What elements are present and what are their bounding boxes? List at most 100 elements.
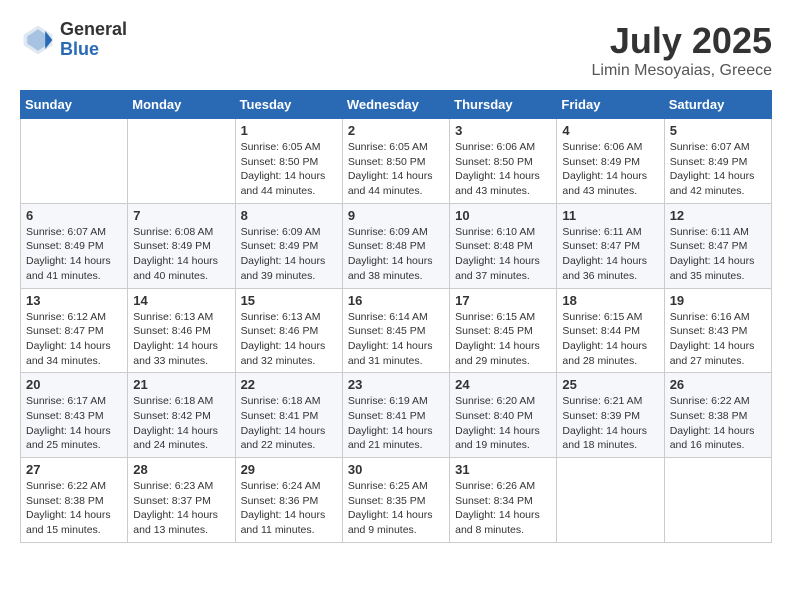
day-number: 3 — [455, 123, 551, 138]
day-info: Sunrise: 6:06 AMSunset: 8:49 PMDaylight:… — [562, 140, 658, 199]
calendar-cell — [557, 458, 664, 543]
day-number: 15 — [241, 293, 337, 308]
title-block: July 2025 Limin Mesoyaias, Greece — [591, 20, 772, 80]
day-number: 8 — [241, 208, 337, 223]
day-info: Sunrise: 6:11 AMSunset: 8:47 PMDaylight:… — [562, 225, 658, 284]
calendar-header: SundayMondayTuesdayWednesdayThursdayFrid… — [21, 91, 772, 119]
day-number: 29 — [241, 462, 337, 477]
calendar-cell: 18 Sunrise: 6:15 AMSunset: 8:44 PMDayligh… — [557, 288, 664, 373]
day-info: Sunrise: 6:07 AMSunset: 8:49 PMDaylight:… — [26, 225, 122, 284]
day-info: Sunrise: 6:25 AMSunset: 8:35 PMDaylight:… — [348, 479, 444, 538]
calendar-cell: 22 Sunrise: 6:18 AMSunset: 8:41 PMDayligh… — [235, 373, 342, 458]
calendar-cell: 8 Sunrise: 6:09 AMSunset: 8:49 PMDaylight… — [235, 203, 342, 288]
day-info: Sunrise: 6:09 AMSunset: 8:49 PMDaylight:… — [241, 225, 337, 284]
day-number: 7 — [133, 208, 229, 223]
day-number: 11 — [562, 208, 658, 223]
calendar-cell: 20 Sunrise: 6:17 AMSunset: 8:43 PMDayligh… — [21, 373, 128, 458]
calendar-cell: 4 Sunrise: 6:06 AMSunset: 8:49 PMDaylight… — [557, 119, 664, 204]
weekday-header: Wednesday — [342, 91, 449, 119]
calendar-cell: 19Sunrise: 6:16 AMSunset: 8:43 PMDayligh… — [664, 288, 771, 373]
weekday-header: Monday — [128, 91, 235, 119]
calendar-cell: 26 Sunrise: 6:22 AMSunset: 8:38 PMDayligh… — [664, 373, 771, 458]
calendar-cell: 15 Sunrise: 6:13 AMSunset: 8:46 PMDayligh… — [235, 288, 342, 373]
day-number: 17 — [455, 293, 551, 308]
logo-blue: Blue — [60, 40, 127, 60]
day-info: Sunrise: 6:12 AMSunset: 8:47 PMDaylight:… — [26, 310, 122, 369]
calendar-cell: 6 Sunrise: 6:07 AMSunset: 8:49 PMDaylight… — [21, 203, 128, 288]
calendar-cell: 11 Sunrise: 6:11 AMSunset: 8:47 PMDayligh… — [557, 203, 664, 288]
calendar-cell: 7 Sunrise: 6:08 AMSunset: 8:49 PMDaylight… — [128, 203, 235, 288]
day-number: 28 — [133, 462, 229, 477]
day-number: 24 — [455, 377, 551, 392]
weekday-header: Saturday — [664, 91, 771, 119]
calendar-cell: 14Sunrise: 6:13 AMSunset: 8:46 PMDayligh… — [128, 288, 235, 373]
day-info: Sunrise: 6:23 AMSunset: 8:37 PMDaylight:… — [133, 479, 229, 538]
logo-text: General Blue — [60, 20, 127, 60]
day-number: 13 — [26, 293, 122, 308]
day-info: Sunrise: 6:22 AMSunset: 8:38 PMDaylight:… — [670, 394, 766, 453]
calendar-cell: 13 Sunrise: 6:12 AMSunset: 8:47 PMDayligh… — [21, 288, 128, 373]
calendar-cell — [21, 119, 128, 204]
calendar-cell: 1 Sunrise: 6:05 AMSunset: 8:50 PMDaylight… — [235, 119, 342, 204]
logo: General Blue — [20, 20, 127, 60]
calendar-cell: 30 Sunrise: 6:25 AMSunset: 8:35 PMDayligh… — [342, 458, 449, 543]
calendar-cell: 12Sunrise: 6:11 AMSunset: 8:47 PMDayligh… — [664, 203, 771, 288]
calendar-cell — [128, 119, 235, 204]
day-number: 6 — [26, 208, 122, 223]
weekday-header: Friday — [557, 91, 664, 119]
calendar-cell: 9Sunrise: 6:09 AMSunset: 8:48 PMDaylight… — [342, 203, 449, 288]
day-info: Sunrise: 6:05 AMSunset: 8:50 PMDaylight:… — [241, 140, 337, 199]
day-number: 19 — [670, 293, 766, 308]
calendar-cell: 21 Sunrise: 6:18 AMSunset: 8:42 PMDayligh… — [128, 373, 235, 458]
weekday-header: Tuesday — [235, 91, 342, 119]
calendar-cell: 10 Sunrise: 6:10 AMSunset: 8:48 PMDayligh… — [450, 203, 557, 288]
day-number: 9 — [348, 208, 444, 223]
calendar-table: SundayMondayTuesdayWednesdayThursdayFrid… — [20, 90, 772, 543]
calendar-cell: 24Sunrise: 6:20 AMSunset: 8:40 PMDayligh… — [450, 373, 557, 458]
calendar-body: 1 Sunrise: 6:05 AMSunset: 8:50 PMDaylight… — [21, 119, 772, 543]
weekday-header: Thursday — [450, 91, 557, 119]
day-info: Sunrise: 6:18 AMSunset: 8:41 PMDaylight:… — [241, 394, 337, 453]
day-info: Sunrise: 6:18 AMSunset: 8:42 PMDaylight:… — [133, 394, 229, 453]
day-number: 10 — [455, 208, 551, 223]
calendar-cell: 25 Sunrise: 6:21 AMSunset: 8:39 PMDayligh… — [557, 373, 664, 458]
day-info: Sunrise: 6:24 AMSunset: 8:36 PMDaylight:… — [241, 479, 337, 538]
day-info: Sunrise: 6:15 AMSunset: 8:44 PMDaylight:… — [562, 310, 658, 369]
day-number: 25 — [562, 377, 658, 392]
day-info: Sunrise: 6:15 AMSunset: 8:45 PMDaylight:… — [455, 310, 551, 369]
day-number: 5 — [670, 123, 766, 138]
day-number: 23 — [348, 377, 444, 392]
day-number: 26 — [670, 377, 766, 392]
day-number: 21 — [133, 377, 229, 392]
calendar-cell: 23Sunrise: 6:19 AMSunset: 8:41 PMDayligh… — [342, 373, 449, 458]
day-info: Sunrise: 6:10 AMSunset: 8:48 PMDaylight:… — [455, 225, 551, 284]
logo-icon — [20, 22, 56, 58]
day-number: 20 — [26, 377, 122, 392]
day-number: 14 — [133, 293, 229, 308]
location-title: Limin Mesoyaias, Greece — [591, 62, 772, 80]
day-number: 22 — [241, 377, 337, 392]
calendar-cell — [664, 458, 771, 543]
day-number: 1 — [241, 123, 337, 138]
day-info: Sunrise: 6:21 AMSunset: 8:39 PMDaylight:… — [562, 394, 658, 453]
day-number: 4 — [562, 123, 658, 138]
day-number: 2 — [348, 123, 444, 138]
day-info: Sunrise: 6:13 AMSunset: 8:46 PMDaylight:… — [241, 310, 337, 369]
day-info: Sunrise: 6:08 AMSunset: 8:49 PMDaylight:… — [133, 225, 229, 284]
day-number: 12 — [670, 208, 766, 223]
day-number: 18 — [562, 293, 658, 308]
calendar-cell: 17 Sunrise: 6:15 AMSunset: 8:45 PMDayligh… — [450, 288, 557, 373]
calendar-cell: 31Sunrise: 6:26 AMSunset: 8:34 PMDayligh… — [450, 458, 557, 543]
day-info: Sunrise: 6:05 AMSunset: 8:50 PMDaylight:… — [348, 140, 444, 199]
day-number: 30 — [348, 462, 444, 477]
day-info: Sunrise: 6:17 AMSunset: 8:43 PMDaylight:… — [26, 394, 122, 453]
calendar-cell: 16Sunrise: 6:14 AMSunset: 8:45 PMDayligh… — [342, 288, 449, 373]
calendar-cell: 29 Sunrise: 6:24 AMSunset: 8:36 PMDayligh… — [235, 458, 342, 543]
page-header: General Blue July 2025 Limin Mesoyaias, … — [20, 20, 772, 80]
calendar-cell: 3Sunrise: 6:06 AMSunset: 8:50 PMDaylight… — [450, 119, 557, 204]
day-info: Sunrise: 6:14 AMSunset: 8:45 PMDaylight:… — [348, 310, 444, 369]
day-info: Sunrise: 6:26 AMSunset: 8:34 PMDaylight:… — [455, 479, 551, 538]
calendar-cell: 5 Sunrise: 6:07 AMSunset: 8:49 PMDaylight… — [664, 119, 771, 204]
day-info: Sunrise: 6:07 AMSunset: 8:49 PMDaylight:… — [670, 140, 766, 199]
day-number: 27 — [26, 462, 122, 477]
